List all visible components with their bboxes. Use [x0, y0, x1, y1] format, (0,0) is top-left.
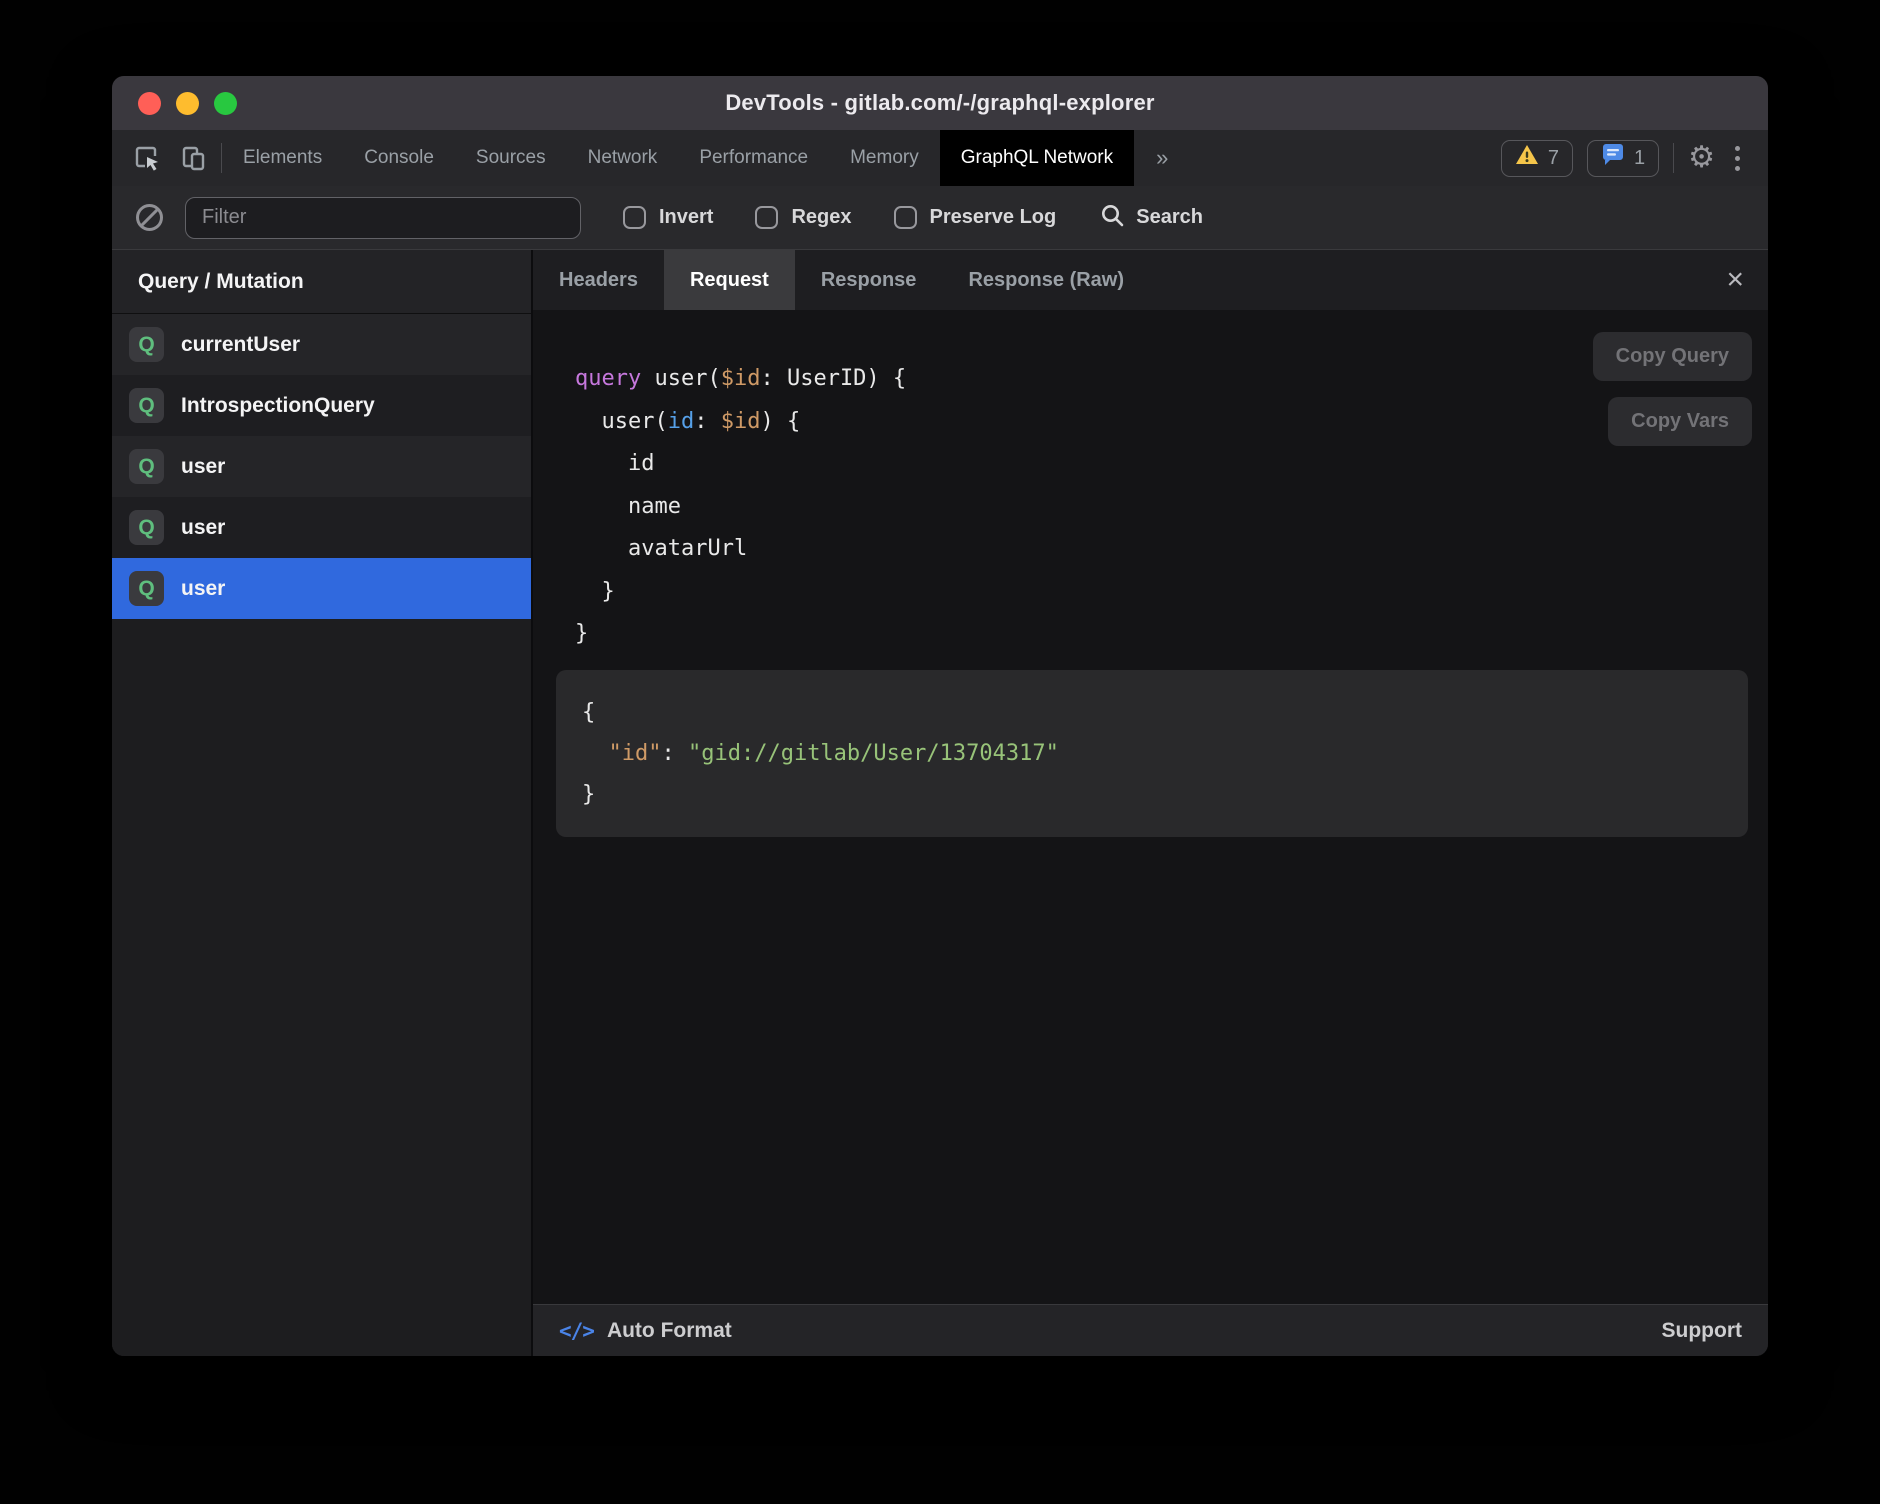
- code-line: id: [575, 443, 1768, 486]
- window-title: DevTools - gitlab.com/-/graphql-explorer: [725, 90, 1154, 116]
- toolbar-left-icons: [112, 130, 221, 186]
- more-tabs-icon[interactable]: »: [1134, 130, 1190, 186]
- graphql-query-code: query user($id: UserID) { user(id: $id) …: [533, 358, 1768, 656]
- regex-option: Regex: [755, 206, 851, 229]
- query-type-icon: Q: [129, 388, 164, 423]
- query-type-icon: Q: [129, 327, 164, 362]
- query-type-icon: Q: [129, 449, 164, 484]
- tab-graphql-network[interactable]: GraphQL Network: [940, 130, 1134, 186]
- tab-response-raw[interactable]: Response (Raw): [942, 250, 1150, 310]
- copy-vars-button[interactable]: Copy Vars: [1608, 397, 1752, 446]
- code-line: user(id: $id) {: [575, 401, 1768, 444]
- close-window-button[interactable]: [138, 92, 161, 115]
- code-line: }: [575, 571, 1768, 614]
- query-row-label: user: [181, 577, 225, 601]
- zoom-window-button[interactable]: [214, 92, 237, 115]
- tab-request[interactable]: Request: [664, 250, 795, 310]
- code-line: avatarUrl: [575, 528, 1768, 571]
- detail-tab-strip: Headers Request Response Response (Raw) …: [533, 250, 1768, 310]
- tab-elements[interactable]: Elements: [222, 130, 343, 186]
- invert-checkbox[interactable]: [623, 206, 646, 229]
- invert-label: Invert: [659, 206, 713, 229]
- filter-bar: Invert Regex Preserve Log Search: [112, 186, 1768, 250]
- traffic-lights: [138, 76, 237, 130]
- device-toolbar-icon[interactable]: [181, 145, 207, 172]
- code-line: query user($id: UserID) {: [575, 358, 1768, 401]
- request-detail-panel: Headers Request Response Response (Raw) …: [533, 250, 1768, 1356]
- search-label: Search: [1136, 206, 1203, 229]
- query-variables-box: { "id": "gid://gitlab/User/13704317" }: [556, 670, 1748, 837]
- search-icon: [1100, 203, 1125, 233]
- code-line: }: [575, 613, 1768, 656]
- minimize-window-button[interactable]: [176, 92, 199, 115]
- inspect-element-icon[interactable]: [134, 145, 161, 172]
- search-control[interactable]: Search: [1100, 203, 1203, 233]
- clear-icon[interactable]: [136, 204, 163, 231]
- regex-label: Regex: [791, 206, 851, 229]
- query-type-icon: Q: [129, 571, 164, 606]
- tab-console[interactable]: Console: [343, 130, 455, 186]
- toolbar-separator: [1673, 143, 1674, 173]
- query-list-header: Query / Mutation: [112, 250, 531, 314]
- warning-icon: [1515, 144, 1539, 172]
- filter-input[interactable]: [185, 197, 581, 239]
- request-body: Copy Query Copy Vars query user($id: Use…: [533, 310, 1768, 1304]
- regex-checkbox[interactable]: [755, 206, 778, 229]
- query-row-user-3-selected[interactable]: Q user: [112, 558, 531, 619]
- detail-footer: </> Auto Format Support: [533, 1304, 1768, 1356]
- query-row-label: user: [181, 455, 225, 479]
- copy-query-button[interactable]: Copy Query: [1593, 332, 1752, 381]
- title-bar: DevTools - gitlab.com/-/graphql-explorer: [112, 76, 1768, 130]
- devtools-toolbar: Elements Console Sources Network Perform…: [112, 130, 1768, 186]
- tab-sources[interactable]: Sources: [455, 130, 567, 186]
- issues-button[interactable]: 1: [1587, 140, 1659, 177]
- issues-count: 1: [1634, 147, 1645, 170]
- code-line: }: [582, 774, 1722, 815]
- support-link[interactable]: Support: [1662, 1319, 1742, 1343]
- panel-tabs: Elements Console Sources Network Perform…: [222, 130, 1134, 186]
- query-row-user-2[interactable]: Q user: [112, 497, 531, 558]
- query-list: Q currentUser Q IntrospectionQuery Q use…: [112, 314, 531, 1356]
- query-row-currentuser[interactable]: Q currentUser: [112, 314, 531, 375]
- query-row-user-1[interactable]: Q user: [112, 436, 531, 497]
- preserve-log-label: Preserve Log: [930, 206, 1057, 229]
- devtools-window: DevTools - gitlab.com/-/graphql-explorer…: [112, 76, 1768, 1356]
- tab-response[interactable]: Response: [795, 250, 943, 310]
- query-row-label: IntrospectionQuery: [181, 394, 375, 418]
- warnings-button[interactable]: 7: [1501, 140, 1573, 177]
- settings-gear-icon[interactable]: ⚙: [1688, 143, 1715, 173]
- tab-headers[interactable]: Headers: [533, 250, 664, 310]
- message-icon: [1601, 144, 1625, 173]
- toolbar-right: 7 1 ⚙: [1501, 130, 1768, 186]
- code-line: "id": "gid://gitlab/User/13704317": [582, 733, 1722, 774]
- more-options-icon[interactable]: [1729, 146, 1746, 171]
- query-row-label: user: [181, 516, 225, 540]
- query-type-icon: Q: [129, 510, 164, 545]
- preserve-log-option: Preserve Log: [894, 206, 1057, 229]
- tab-performance[interactable]: Performance: [678, 130, 829, 186]
- auto-format-button[interactable]: Auto Format: [607, 1319, 732, 1343]
- query-row-label: currentUser: [181, 333, 300, 357]
- tab-network[interactable]: Network: [567, 130, 679, 186]
- invert-option: Invert: [623, 206, 713, 229]
- code-line: {: [582, 692, 1722, 733]
- warnings-count: 7: [1548, 147, 1559, 170]
- auto-format-icon: </>: [559, 1319, 594, 1343]
- copy-buttons: Copy Query Copy Vars: [1593, 332, 1752, 446]
- tab-memory[interactable]: Memory: [829, 130, 940, 186]
- query-row-introspectionquery[interactable]: Q IntrospectionQuery: [112, 375, 531, 436]
- close-icon[interactable]: ×: [1726, 265, 1744, 295]
- query-list-panel: Query / Mutation Q currentUser Q Introsp…: [112, 250, 533, 1356]
- preserve-log-checkbox[interactable]: [894, 206, 917, 229]
- code-line: name: [575, 486, 1768, 529]
